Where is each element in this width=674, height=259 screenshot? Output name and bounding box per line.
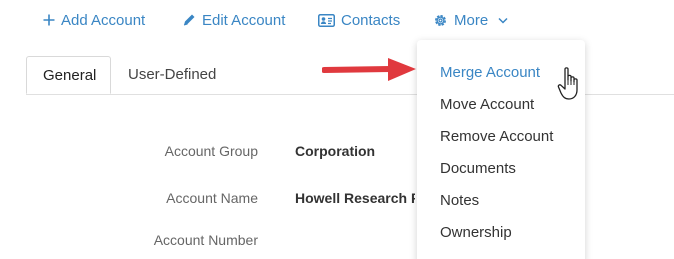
more-button[interactable]: More: [433, 9, 508, 31]
gear-icon: [433, 13, 448, 28]
add-account-label: Add Account: [61, 11, 146, 29]
menu-item-move-account[interactable]: Move Account: [440, 96, 534, 113]
menu-item-notes[interactable]: Notes: [440, 192, 479, 209]
account-name-value: Howell Research F: [295, 190, 415, 206]
contacts-button[interactable]: Contacts: [318, 9, 400, 31]
hand-cursor-icon: [557, 66, 583, 107]
tab-general[interactable]: General: [26, 56, 111, 94]
account-group-label: Account Group: [164, 143, 258, 159]
account-screen: Add Account Edit Account Contacts More G…: [0, 0, 674, 259]
annotation-arrow-icon: [321, 56, 418, 89]
tab-user-defined[interactable]: User-Defined: [112, 56, 237, 94]
menu-item-merge-account[interactable]: Merge Account: [440, 64, 540, 81]
add-account-button[interactable]: Add Account: [43, 9, 145, 31]
pencil-icon: [182, 13, 196, 27]
toolbar: Add Account Edit Account Contacts More: [0, 0, 674, 40]
account-group-value: Corporation: [295, 143, 376, 159]
contacts-label: Contacts: [341, 11, 401, 29]
more-label: More: [454, 11, 489, 29]
menu-item-documents[interactable]: Documents: [440, 160, 516, 177]
account-number-label: Account Number: [153, 232, 258, 248]
menu-item-remove-account[interactable]: Remove Account: [440, 128, 553, 145]
edit-account-button[interactable]: Edit Account: [182, 9, 285, 31]
account-name-label: Account Name: [166, 190, 258, 206]
edit-account-label: Edit Account: [202, 11, 286, 29]
plus-icon: [43, 14, 55, 26]
chevron-down-icon: [498, 17, 508, 24]
contact-card-icon: [318, 13, 335, 27]
menu-item-ownership[interactable]: Ownership: [440, 224, 512, 241]
